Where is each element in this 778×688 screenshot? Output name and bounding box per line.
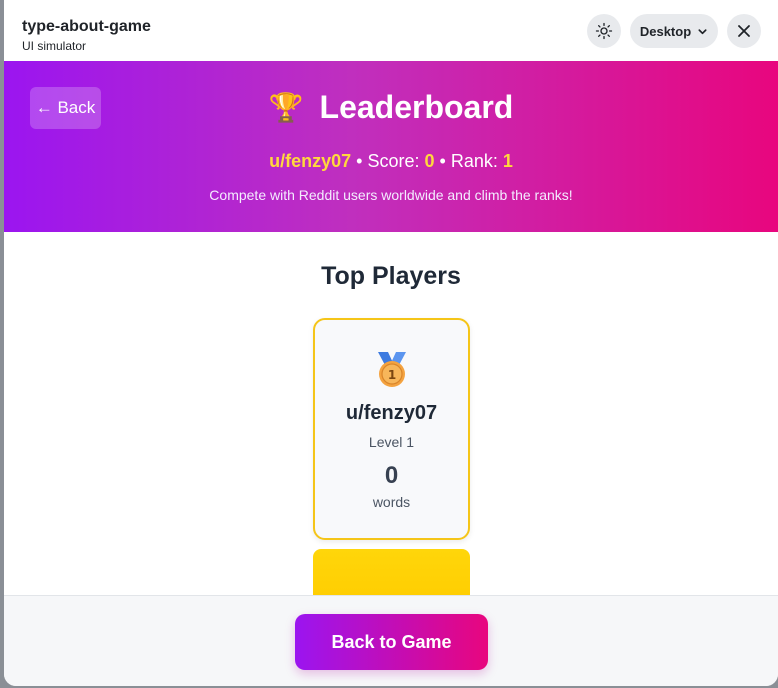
leaderboard-header: ← Back 🏆 Leaderboard u/fenzy07 • Score: … <box>4 61 778 232</box>
current-username: u/fenzy07 <box>269 151 352 171</box>
words-label: words <box>372 494 411 510</box>
leaderboard-content[interactable]: Top Players 1 u/fenzy07 Level 1 0 words <box>4 232 778 595</box>
title-bar: type-about-game UI simulator Desktop <box>4 0 778 61</box>
gold-medal-icon: 1 <box>377 352 406 387</box>
page-title-text: Leaderboard <box>319 89 514 125</box>
rank-label: Rank: <box>450 151 498 171</box>
user-stats: u/fenzy07 • Score: 0 • Rank: 1 <box>4 151 778 172</box>
svg-text:1: 1 <box>387 368 395 382</box>
first-place-podium <box>313 549 470 595</box>
player-level: Level 1 <box>368 434 415 450</box>
score-label: Score: <box>367 151 420 171</box>
stats-separator: • <box>439 151 446 171</box>
sun-icon <box>595 22 613 40</box>
trophy-icon: 🏆 <box>268 92 304 123</box>
header-subtitle: Compete with Reddit users worldwide and … <box>209 187 573 203</box>
section-title: Top Players <box>321 262 461 290</box>
theme-toggle-button[interactable] <box>587 14 621 48</box>
close-button[interactable] <box>727 14 761 48</box>
player-words-count: 0 <box>384 462 399 489</box>
device-select[interactable]: Desktop <box>630 14 718 48</box>
app-subtitle: UI simulator <box>22 39 87 53</box>
footer-bar: Back to Game <box>4 595 778 686</box>
player-name: u/fenzy07 <box>345 402 438 424</box>
app-window: type-about-game UI simulator Desktop ← B… <box>4 0 778 686</box>
stats-separator: • <box>356 151 363 171</box>
player-card[interactable]: 1 u/fenzy07 Level 1 0 words <box>313 318 470 540</box>
close-icon <box>738 25 750 37</box>
app-name: type-about-game <box>22 18 151 35</box>
device-select-label: Desktop <box>639 23 692 39</box>
back-to-game-button[interactable]: Back to Game <box>295 614 488 670</box>
rank-value: 1 <box>502 151 513 171</box>
page-title: 🏆 Leaderboard <box>4 89 778 126</box>
chevron-down-icon <box>698 28 707 34</box>
score-value: 0 <box>424 151 435 171</box>
